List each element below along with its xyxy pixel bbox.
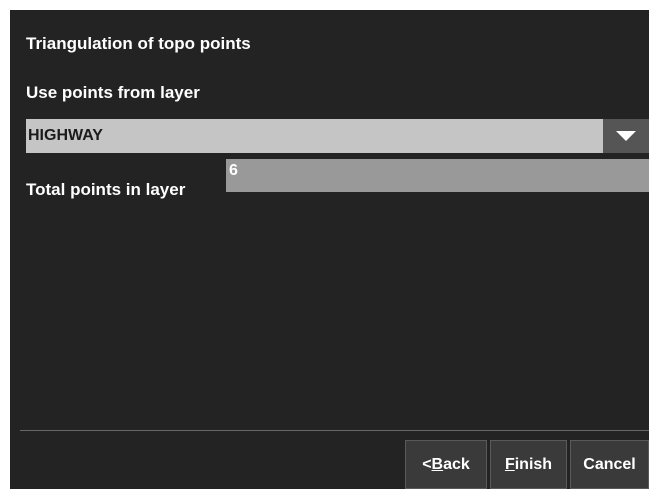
dialog-title: Triangulation of topo points <box>26 34 251 53</box>
back-button[interactable]: < Back <box>405 440 487 489</box>
back-button-prefix: < <box>422 455 432 473</box>
dropdown-toggle-button[interactable] <box>603 119 649 153</box>
finish-button-rest: inish <box>514 455 553 473</box>
back-button-accel: B <box>431 455 444 473</box>
finish-button-accel: F <box>504 455 515 473</box>
total-points-field: 6 <box>226 159 649 192</box>
cancel-button[interactable]: Cancel <box>570 440 649 489</box>
layer-dropdown-value: HIGHWAY <box>28 127 103 144</box>
chevron-down-icon <box>616 131 636 141</box>
layer-dropdown[interactable]: HIGHWAY <box>26 119 649 153</box>
layer-label: Use points from layer <box>26 83 200 102</box>
total-points-value: 6 <box>229 162 238 179</box>
back-button-rest: ack <box>443 455 470 473</box>
dialog-window: Triangulation of topo points Use points … <box>10 10 649 489</box>
footer-separator <box>20 430 649 431</box>
finish-button[interactable]: Finish <box>490 440 567 489</box>
total-points-label: Total points in layer <box>26 180 186 199</box>
